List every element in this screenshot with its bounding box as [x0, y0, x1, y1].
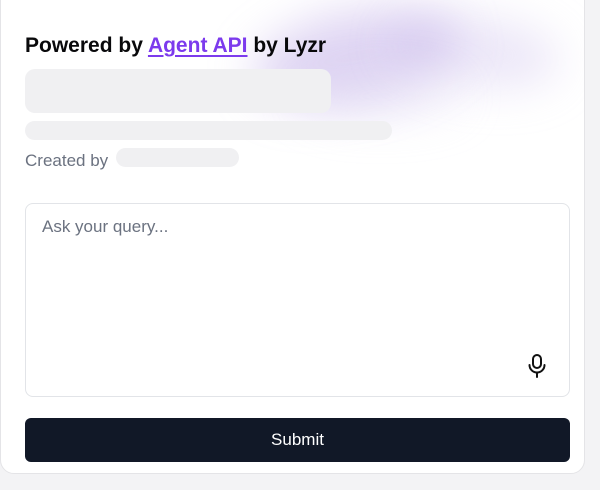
- agent-name-skeleton: [25, 69, 331, 113]
- submit-button[interactable]: Submit: [25, 418, 570, 462]
- powered-prefix: Powered by: [25, 34, 148, 57]
- powered-by-heading: Powered by Agent API by Lyzr: [25, 32, 326, 60]
- query-input[interactable]: [26, 204, 569, 396]
- creator-name-skeleton: [116, 148, 239, 167]
- query-box: [25, 203, 570, 397]
- agent-api-link[interactable]: Agent API: [148, 34, 248, 57]
- agent-description-skeleton: [25, 121, 392, 140]
- microphone-icon[interactable]: [525, 353, 549, 379]
- agent-card: Powered by Agent API by Lyzr Created by …: [0, 0, 585, 474]
- powered-suffix: by Lyzr: [247, 34, 327, 57]
- created-by-label: Created by: [25, 151, 109, 170]
- card-content: Powered by Agent API by Lyzr Created by …: [1, 1, 584, 473]
